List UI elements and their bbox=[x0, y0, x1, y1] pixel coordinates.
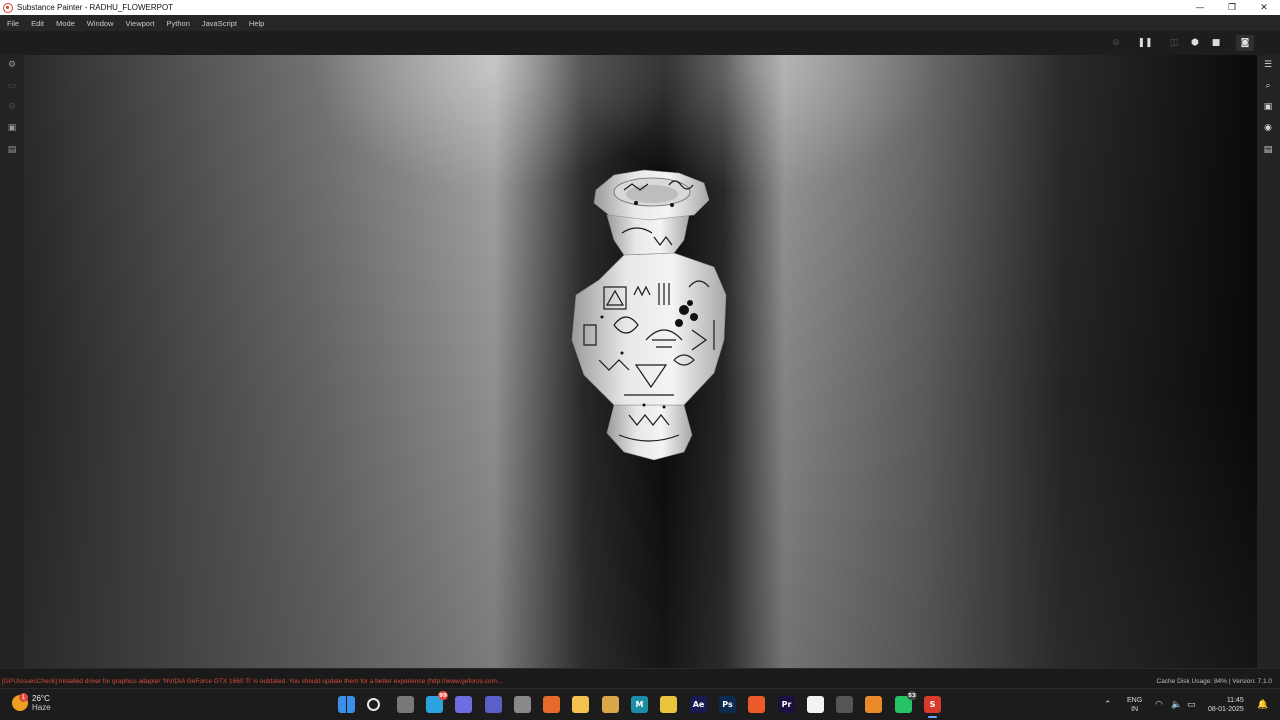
after-effects-icon[interactable]: Ae bbox=[690, 696, 707, 713]
layers-panel-icon[interactable]: ☰ bbox=[1262, 59, 1274, 71]
pot-base bbox=[606, 404, 693, 461]
teams-icon[interactable] bbox=[485, 696, 502, 713]
menu-javascript[interactable]: JavaScript bbox=[202, 19, 237, 28]
file-icon[interactable]: ▤ bbox=[6, 144, 18, 156]
pot-interior bbox=[626, 185, 678, 203]
firefox-icon[interactable] bbox=[543, 696, 560, 713]
display-settings-icon[interactable]: ▣ bbox=[1262, 101, 1274, 113]
viewport-toolbar: ⊘ ❚❚ ◫ ⬢ ■ ◙ bbox=[0, 31, 1280, 55]
3d-view-icon[interactable]: ⬢ bbox=[1189, 37, 1201, 48]
screenshot-icon[interactable]: ◙ bbox=[1236, 35, 1254, 51]
substance-painter-icon[interactable]: S bbox=[924, 696, 941, 718]
adobe-icon[interactable] bbox=[807, 696, 824, 713]
title-bar: Substance Painter - RADHU_FLOWERPOT — ❐ … bbox=[0, 0, 1280, 15]
clock[interactable]: 11:45 08-01-2025 bbox=[1208, 689, 1244, 720]
menu-file[interactable]: File bbox=[7, 19, 19, 28]
photoshop-icon[interactable]: ▣ bbox=[6, 122, 18, 134]
menu-mode[interactable]: Mode bbox=[56, 19, 75, 28]
pot-neck bbox=[606, 214, 690, 256]
menu-window[interactable]: Window bbox=[87, 19, 114, 28]
after-effects-label: Ae bbox=[692, 700, 705, 709]
whatsapp-icon[interactable]: 53 bbox=[895, 691, 917, 713]
language-indicator[interactable]: ENG IN bbox=[1127, 689, 1142, 720]
gear-icon[interactable]: ⚙ bbox=[6, 101, 18, 113]
right-dock: ☰ ⌕ ▣ ◉ ▤ bbox=[1257, 55, 1280, 668]
texture-set-icon[interactable]: ▤ bbox=[1262, 144, 1274, 156]
maya-icon[interactable]: M bbox=[631, 696, 648, 713]
gpu-warning-log[interactable]: [GPUIssuesCheck] Installed driver for gr… bbox=[2, 678, 502, 685]
brave-icon[interactable] bbox=[748, 696, 765, 713]
clock-time: 11:45 bbox=[1226, 697, 1244, 704]
pot-body bbox=[571, 252, 727, 406]
clock-date: 08-01-2025 bbox=[1208, 706, 1244, 713]
weather-widget[interactable]: 1 26°C Haze bbox=[12, 693, 51, 712]
substance-painter-window: Substance Painter - RADHU_FLOWERPOT — ❐ … bbox=[0, 0, 1280, 720]
maya-label: M bbox=[635, 700, 644, 709]
menu-edit[interactable]: Edit bbox=[31, 19, 44, 28]
restore-button[interactable]: ❐ bbox=[1216, 0, 1248, 15]
notification-badge: 99 bbox=[438, 691, 448, 700]
windows-taskbar: 1 26°C Haze 99 M Ae Ps Pr 53 S ⌃ ENG IN ◠ 🔈 ▭ … bbox=[0, 688, 1280, 720]
blender-cycles-icon[interactable] bbox=[602, 696, 619, 713]
weather-text: 26°C Haze bbox=[32, 694, 51, 712]
substance-logo-icon bbox=[3, 2, 13, 13]
status-bar: [GPUIssuesCheck] Installed driver for gr… bbox=[0, 668, 1280, 688]
file-explorer-icon[interactable] bbox=[572, 696, 589, 713]
zoom-icon[interactable]: ⌕ bbox=[1262, 80, 1274, 92]
task-view-icon[interactable] bbox=[397, 696, 414, 713]
hide-mesh-icon[interactable]: ⊘ bbox=[1110, 37, 1122, 48]
show-hidden-icons[interactable]: ⌃ bbox=[1104, 689, 1112, 720]
flowerpot-model bbox=[571, 169, 727, 461]
window-title: Substance Painter - RADHU_FLOWERPOT bbox=[17, 3, 174, 12]
copilot-icon[interactable] bbox=[455, 696, 472, 713]
blender-icon[interactable] bbox=[865, 696, 882, 713]
left-toolbar: ⚙ ▭ ⚙ ▣ ▤ bbox=[0, 55, 24, 668]
photoshop-icon[interactable]: Ps bbox=[719, 696, 736, 713]
notification-badge: 53 bbox=[907, 691, 917, 700]
language-code: ENG bbox=[1127, 697, 1143, 704]
windows-start-icon[interactable] bbox=[338, 696, 355, 713]
camera-icon[interactable]: ■ bbox=[1210, 37, 1222, 48]
unity-hub-icon[interactable] bbox=[836, 696, 853, 713]
notifications-icon[interactable]: 🔔 bbox=[1257, 689, 1268, 720]
cache-usage: Cache Disk Usage: 84% | Version: 7.1.0 bbox=[1156, 678, 1273, 685]
battery-icon[interactable]: ▭ bbox=[1187, 689, 1196, 720]
menu-help[interactable]: Help bbox=[249, 19, 264, 28]
temperature: 26°C bbox=[32, 694, 50, 703]
pause-icon[interactable]: ❚❚ bbox=[1137, 37, 1152, 48]
split-view-icon[interactable]: ◫ bbox=[1168, 37, 1180, 48]
clone-stamp-icon[interactable]: ▭ bbox=[6, 80, 18, 92]
close-button[interactable]: ✕ bbox=[1248, 0, 1280, 15]
settings-icon[interactable]: ⚙ bbox=[6, 59, 18, 71]
telegram-icon[interactable]: 99 bbox=[426, 691, 448, 713]
settings-icon[interactable] bbox=[514, 696, 531, 713]
weather-badge: 1 bbox=[19, 693, 28, 702]
search-icon[interactable] bbox=[367, 698, 380, 711]
photoshop-label: Ps bbox=[722, 700, 733, 709]
volume-muted-icon[interactable]: 🔈 bbox=[1171, 689, 1182, 720]
menu-python[interactable]: Python bbox=[167, 19, 190, 28]
premiere-icon[interactable]: Pr bbox=[778, 696, 795, 713]
weather-condition: Haze bbox=[32, 703, 51, 712]
premiere-label: Pr bbox=[781, 700, 792, 709]
shader-settings-icon[interactable]: ◉ bbox=[1262, 122, 1274, 134]
menu-viewport[interactable]: Viewport bbox=[125, 19, 154, 28]
region-code: IN bbox=[1131, 706, 1139, 713]
substance-painter-label: S bbox=[929, 700, 936, 709]
minimize-button[interactable]: — bbox=[1184, 0, 1216, 15]
weather-icon: 1 bbox=[12, 693, 28, 711]
window-controls: — ❐ ✕ bbox=[1184, 0, 1280, 15]
wifi-icon[interactable]: ◠ bbox=[1155, 689, 1163, 720]
chrome-icon[interactable] bbox=[660, 696, 677, 713]
3d-viewport[interactable] bbox=[24, 55, 1257, 668]
menu-bar: File Edit Mode Window Viewport Python Ja… bbox=[0, 15, 1280, 31]
